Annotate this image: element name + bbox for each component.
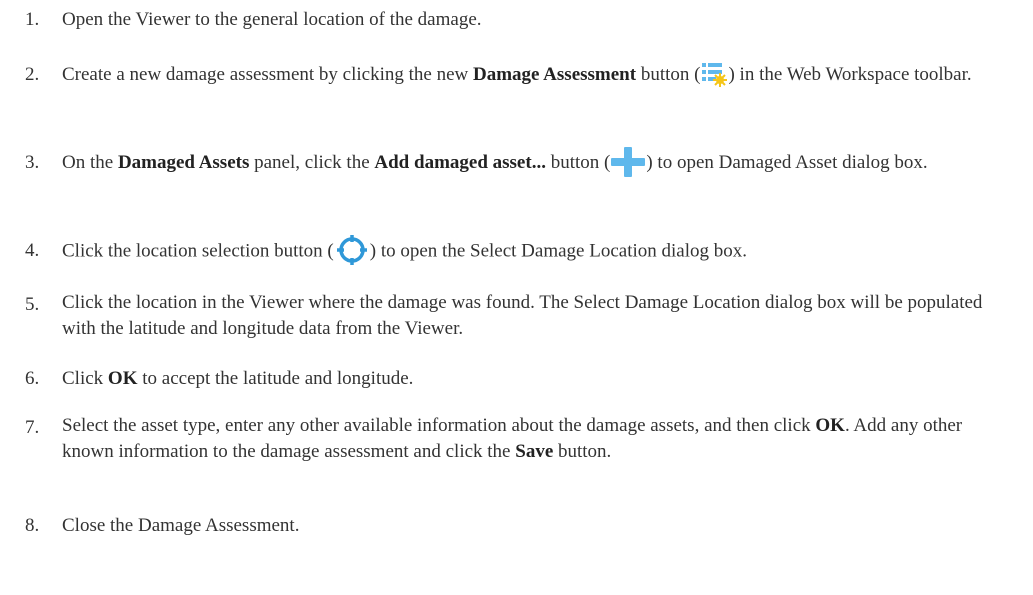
step-text: Click the location in the Viewer where t… xyxy=(62,292,983,339)
step-number: 5. xyxy=(25,294,40,315)
step-text: Create a new damage assessment by clicki… xyxy=(62,60,1000,90)
step-7: 7. Select the asset type, enter any othe… xyxy=(0,413,1000,465)
step-4: 4. Click the location selection button (… xyxy=(0,234,1000,268)
step-text: On the Damaged Assets panel, click the A… xyxy=(62,146,1000,179)
step-3: 3. On the Damaged Assets panel, click th… xyxy=(0,146,1000,179)
step-text: Select the asset type, enter any other a… xyxy=(62,415,963,462)
step-text: Click the location selection button ( ) … xyxy=(62,234,1000,268)
step-number: 8. xyxy=(25,515,40,536)
ok-label: OK xyxy=(815,415,845,436)
save-label: Save xyxy=(515,441,554,462)
instruction-document: 1. Open the Viewer to the general locati… xyxy=(0,0,1033,595)
crosshair-icon xyxy=(336,234,368,266)
step-1: 1. Open the Viewer to the general locati… xyxy=(0,5,1000,35)
step-text: Close the Damage Assessment. xyxy=(62,515,300,536)
step-text: Click OK to accept the latitude and long… xyxy=(62,368,414,389)
add-damaged-asset-label: Add damaged asset... xyxy=(374,152,546,173)
step-text: Open the Viewer to the general location … xyxy=(62,9,482,30)
damage-assessment-icon xyxy=(701,61,728,87)
step-number: 3. xyxy=(25,152,40,173)
step-number: 2. xyxy=(25,64,40,85)
step-5: 5. Click the location in the Viewer wher… xyxy=(0,290,1000,342)
ok-label: OK xyxy=(107,368,138,389)
damaged-assets-label: Damaged Assets xyxy=(117,152,250,173)
step-number: 4. xyxy=(25,240,40,261)
step-number: 1. xyxy=(25,9,40,30)
step-6: 6. Click OK to accept the latitude and l… xyxy=(0,364,1000,394)
step-8: 8. Close the Damage Assessment. xyxy=(0,511,1000,541)
step-2: 2. Create a new damage assessment by cli… xyxy=(0,60,1000,90)
step-number: 6. xyxy=(25,368,40,389)
plus-icon xyxy=(611,146,646,177)
step-number: 7. xyxy=(25,417,40,438)
damage-assessment-label: Damage Assessment xyxy=(473,64,637,85)
